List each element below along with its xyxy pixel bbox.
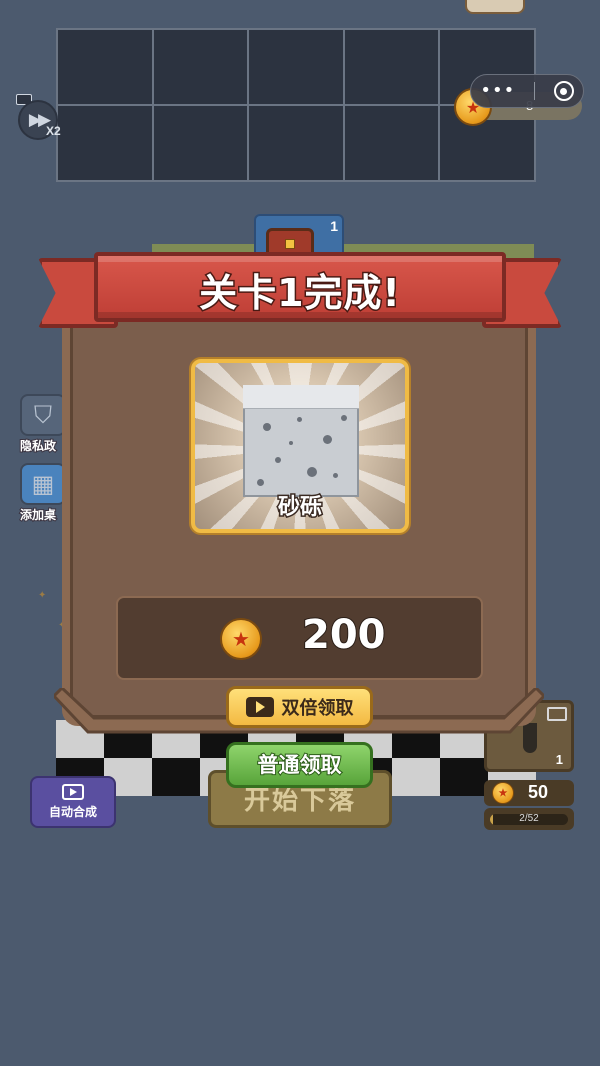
grid-cell[interactable] — [58, 106, 152, 180]
video-icon — [245, 697, 274, 717]
privacy-label: 隐私政 — [19, 438, 57, 454]
slot-count: 1 — [555, 752, 563, 767]
gravel-block-icon — [243, 385, 359, 497]
video-icon — [547, 707, 567, 721]
auto-merge-button[interactable]: 自动合成 — [30, 776, 116, 828]
leaf-decoration: ✦ — [38, 590, 47, 601]
double-claim-button[interactable]: 双倍领取 — [226, 686, 373, 728]
reward-name: 砂砾 — [276, 494, 323, 522]
shield-icon: ⛉ — [20, 394, 66, 436]
top-tab[interactable] — [465, 0, 525, 14]
auto-merge-label: 自动合成 — [48, 805, 97, 819]
close-target-button[interactable] — [553, 81, 574, 101]
grid-cell[interactable] — [344, 106, 439, 180]
miniprogram-capsule: ••• — [470, 74, 584, 108]
grid-cell[interactable] — [58, 30, 152, 104]
reward-amount-box: ★ 200 — [116, 596, 483, 680]
target-icon — [560, 87, 568, 95]
grid-cell[interactable] — [249, 106, 343, 180]
grid-cell[interactable] — [344, 30, 439, 104]
price-tag: ★ 50 — [484, 780, 574, 806]
grid-cell[interactable] — [153, 30, 248, 104]
double-claim-label: 双倍领取 — [281, 698, 354, 719]
grid-cell[interactable] — [249, 30, 343, 104]
chest-count: 1 — [330, 218, 338, 234]
add-desktop-label: 添加桌 — [19, 507, 57, 523]
privacy-button[interactable]: ⛉ 隐私政 — [19, 394, 68, 454]
coin-icon: ★ — [492, 782, 514, 804]
normal-claim-button[interactable]: 普通领取 — [226, 742, 373, 788]
more-menu-button[interactable]: ••• — [480, 82, 515, 100]
grid-cell[interactable] — [153, 106, 248, 180]
capsule-divider — [533, 82, 535, 100]
chest-lock-icon — [285, 239, 295, 249]
title-banner: 关卡1完成! — [94, 252, 506, 322]
dialog-title: 关卡1完成! — [198, 270, 402, 317]
video-icon — [62, 784, 84, 800]
coin-icon: ★ — [220, 618, 262, 660]
add-desktop-button[interactable]: ▦ 添加桌 — [19, 463, 68, 523]
reward-amount: 200 — [301, 611, 386, 659]
progress-bar: 2/52 — [484, 808, 574, 830]
speed-label: X2 — [46, 124, 61, 138]
progress-text: 2/52 — [519, 813, 539, 824]
price-value: 50 — [528, 782, 549, 802]
gravel-block-top — [243, 385, 359, 409]
reward-card: 砂砾 — [191, 359, 409, 533]
calendar-icon: ▦ — [20, 463, 66, 505]
speed-x2-button[interactable]: ▶▶ X2 — [16, 94, 68, 140]
